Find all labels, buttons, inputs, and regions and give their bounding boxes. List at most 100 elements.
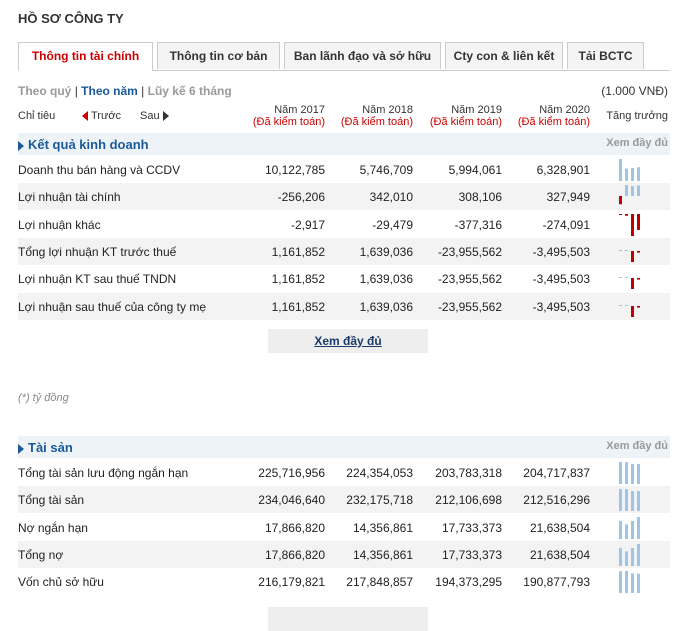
row-value: -3,495,503	[532, 272, 590, 287]
table-row: Tổng tài sản lưu động ngắn hạn 225,716,95…	[18, 459, 670, 487]
row-value: 1,639,036	[359, 299, 413, 314]
sparkline-bar	[631, 213, 634, 236]
section-title: Tài sản	[18, 440, 73, 455]
row-label: Tổng nợ	[18, 547, 64, 562]
growth-sparkline	[619, 462, 640, 484]
row-value: -2,917	[290, 217, 325, 232]
row-label: Doanh thu bán hàng và CCDV	[18, 163, 181, 177]
view-full-link[interactable]: Xem đầy đủ	[606, 440, 668, 452]
growth-sparkline	[619, 516, 640, 539]
row-value: 212,516,296	[523, 493, 590, 508]
table-row: Tổng nợ 17,866,820 14,356,861 17,733,373 21,…	[18, 540, 670, 569]
section-header-assets[interactable]: Tài sản Xem đầy đủ	[18, 436, 670, 458]
row-value: 1,161,852	[271, 244, 325, 259]
row-value: 1,639,036	[359, 272, 413, 287]
prev-button[interactable]: Trước	[82, 110, 121, 122]
section-header-business-results[interactable]: Kết quả kinh doanh Xem đầy đủ	[18, 133, 670, 155]
row-value: 14,356,861	[352, 520, 413, 535]
growth-sparkline	[619, 543, 640, 566]
table-row: Lợi nhuận sau thuế của công ty mẹ 1,161,8…	[18, 292, 670, 321]
year-column-header: Năm 2020 (Đã kiểm toán)	[517, 104, 590, 128]
row-label: Tổng tài sản	[18, 493, 85, 508]
table-row: Nợ ngắn hạn 17,866,820 14,356,861 17,733,37…	[18, 513, 670, 542]
row-value: 342,010	[369, 190, 413, 205]
tab-subsidiaries[interactable]: Cty con & liên kết	[445, 42, 563, 69]
sparkline-bar	[625, 551, 628, 566]
growth-header: Tăng trưởng	[606, 110, 668, 122]
sparkline-bar	[625, 277, 628, 279]
row-value: 217,848,857	[346, 575, 413, 590]
year-column-header: Năm 2018 (Đã kiểm toán)	[340, 104, 413, 128]
sparkline-bar	[637, 185, 640, 197]
period-separator: |	[141, 84, 145, 98]
row-value: 21,638,504	[529, 520, 590, 535]
row-value: 1,161,852	[271, 272, 325, 287]
sparkline-bar	[631, 520, 634, 539]
year-column-header: Năm 2019 (Đã kiểm toán)	[429, 104, 502, 128]
row-value: 204,717,837	[523, 466, 590, 480]
sparkline-bar	[625, 571, 628, 594]
row-value: 17,866,820	[264, 547, 325, 562]
row-value: 6,328,901	[536, 163, 590, 177]
row-value: 17,733,373	[441, 520, 502, 535]
sparkline-bar	[637, 305, 640, 308]
row-value: -23,955,562	[437, 299, 502, 314]
sparkline-bar	[625, 249, 628, 251]
sparkline-bar	[619, 547, 622, 566]
row-value: 17,733,373	[441, 547, 502, 562]
sparkline-bar	[631, 305, 634, 317]
sparkline-bar	[631, 464, 634, 484]
arrow-left-icon	[82, 111, 88, 122]
sparkline-bar	[619, 571, 622, 594]
period-quarter-link[interactable]: Theo quý	[18, 84, 71, 98]
arrow-right-icon	[162, 111, 169, 122]
sparkline-bar	[619, 520, 622, 539]
tab-basic-info[interactable]: Thông tin cơ bản	[157, 42, 280, 69]
sparkline-bar	[631, 167, 634, 181]
sparkline-bar	[619, 159, 622, 181]
growth-sparkline	[619, 489, 640, 512]
row-value: 216,179,821	[258, 575, 325, 590]
row-value: -3,495,503	[532, 299, 590, 314]
sparkline-bar	[637, 573, 640, 594]
row-value: 203,783,318	[435, 466, 502, 480]
period-cumulative-link[interactable]: Lũy kế 6 tháng	[148, 84, 232, 98]
sparkline-bar	[625, 489, 628, 512]
row-value: -3,495,503	[532, 244, 590, 259]
sparkline-bar	[619, 277, 622, 279]
next-button[interactable]: Sau	[140, 110, 169, 122]
table-row: Tổng tài sản 234,046,640 232,175,718 212,10…	[18, 486, 670, 515]
sparkline-bar	[619, 249, 622, 251]
row-value: 212,106,698	[435, 493, 502, 508]
row-value: 5,746,709	[359, 163, 413, 177]
unit-note: (*) tỷ đồng	[18, 392, 69, 404]
sparkline-bar	[637, 250, 640, 253]
sparkline-bar	[619, 304, 622, 306]
row-value: 5,994,061	[448, 163, 502, 177]
tab-financial-info[interactable]: Thông tin tài chính	[18, 42, 153, 71]
tab-download-report[interactable]: Tải BCTC	[567, 42, 644, 69]
sparkline-bar	[637, 543, 640, 566]
row-label: Nợ ngắn hạn	[18, 520, 88, 535]
row-value: 1,161,852	[271, 299, 325, 314]
row-value: -256,206	[277, 190, 325, 205]
table-row: Doanh thu bán hàng và CCDV 10,122,785 5,74…	[18, 156, 670, 184]
row-value: 234,046,640	[258, 493, 325, 508]
view-full-link[interactable]: Xem đầy đủ	[606, 137, 668, 149]
row-value: -23,955,562	[437, 244, 502, 259]
sparkline-bar	[637, 213, 640, 230]
row-value: -274,091	[542, 217, 590, 232]
growth-sparkline	[619, 185, 640, 205]
view-full-button[interactable]	[268, 607, 428, 631]
period-year-link[interactable]: Theo năm	[81, 84, 138, 98]
growth-sparkline	[619, 571, 640, 594]
table-row: Lợi nhuận tài chính -256,206 342,010 308,10…	[18, 183, 670, 212]
table-row: Lợi nhuận khác -2,917 -29,479 -377,316 -274,…	[18, 210, 670, 239]
section-title: Kết quả kinh doanh	[18, 137, 149, 152]
growth-sparkline	[619, 277, 640, 290]
page-title: HỒ SƠ CÔNG TY	[18, 11, 124, 26]
tab-management[interactable]: Ban lãnh đạo và sở hữu	[284, 42, 441, 69]
view-full-button[interactable]: Xem đầy đủ	[268, 329, 428, 353]
growth-sparkline	[619, 249, 640, 262]
sparkline-bar	[631, 186, 634, 197]
